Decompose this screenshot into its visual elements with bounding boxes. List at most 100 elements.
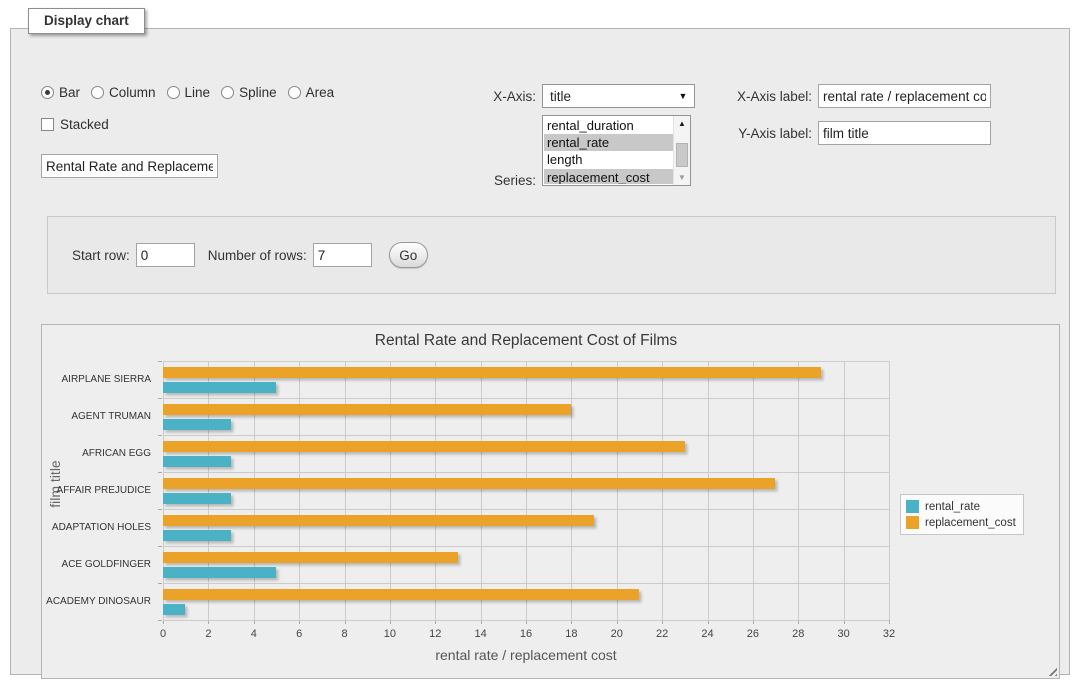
- y-axis-labels: AIRPLANE SIERRAAGENT TRUMANAFRICAN EGGAF…: [46, 361, 157, 620]
- category-label-airplane-sierra: AIRPLANE SIERRA: [46, 361, 157, 398]
- bar-rental-rate[interactable]: [163, 493, 231, 504]
- x-tick-label: 30: [838, 628, 850, 640]
- bar-rental-rate[interactable]: [163, 567, 276, 578]
- y-axis-label-input[interactable]: [818, 121, 991, 145]
- bar-rental-rate[interactable]: [163, 382, 276, 393]
- bar-rental-rate[interactable]: [163, 604, 185, 615]
- radio-bar-icon[interactable]: [41, 86, 54, 99]
- bar-replacement-cost[interactable]: [163, 552, 458, 563]
- x-tick-label: 6: [296, 628, 302, 640]
- series-listbox-label: Series:: [441, 173, 536, 188]
- series-option-replacement-cost[interactable]: replacement_cost: [544, 169, 673, 184]
- legend-swatch-replacement-cost: [906, 516, 919, 529]
- radio-label-line: Line: [185, 85, 211, 100]
- y-tick-mark: [158, 472, 162, 473]
- radio-column-icon[interactable]: [91, 86, 104, 99]
- x-tick-label: 32: [883, 628, 895, 640]
- scroll-down-icon[interactable]: ▼: [674, 170, 690, 185]
- radio-spline-icon[interactable]: [221, 86, 234, 99]
- start-row-label: Start row:: [72, 248, 130, 263]
- chart-type-option-line[interactable]: Line: [167, 85, 211, 100]
- chevron-down-icon[interactable]: ▼: [672, 91, 694, 101]
- x-tick-label: 28: [792, 628, 804, 640]
- x-axis-label-input[interactable]: [818, 84, 991, 108]
- bar-rental-rate[interactable]: [163, 456, 231, 467]
- stacked-option[interactable]: Stacked: [41, 117, 109, 132]
- series-option-rental-duration[interactable]: rental_duration: [544, 117, 673, 134]
- radio-line-icon[interactable]: [167, 86, 180, 99]
- x-axis-select-label: X-Axis:: [441, 89, 536, 104]
- stacked-checkbox[interactable]: [41, 118, 54, 131]
- category-label-adaptation-holes: ADAPTATION HOLES: [46, 509, 157, 546]
- x-tick-label: 4: [251, 628, 257, 640]
- page: Display chart Bar Column Line Spline Area St…: [0, 0, 1081, 681]
- chart-type-option-column[interactable]: Column: [91, 85, 156, 100]
- x-tick-label: 2: [205, 628, 211, 640]
- bar-rental-rate[interactable]: [163, 530, 231, 541]
- chart-widget: Rental Rate and Replacement Cost of Film…: [41, 324, 1060, 679]
- category-band-airplane-sierra: [163, 361, 889, 398]
- y-tick-mark: [158, 620, 162, 621]
- x-tick-label: 12: [429, 628, 441, 640]
- bar-rental-rate[interactable]: [163, 419, 231, 430]
- x-tick-label: 10: [384, 628, 396, 640]
- category-label-academy-dinosaur: ACADEMY DINOSAUR: [46, 583, 157, 620]
- chart-title-input[interactable]: [41, 154, 218, 178]
- bar-replacement-cost[interactable]: [163, 589, 639, 600]
- y-tick-mark: [158, 583, 162, 584]
- category-band-adaptation-holes: [163, 509, 889, 546]
- bar-replacement-cost[interactable]: [163, 441, 685, 452]
- fieldset-legend: Display chart: [28, 8, 145, 34]
- start-row-input[interactable]: [136, 243, 195, 267]
- gridline-vertical: [889, 361, 890, 620]
- category-band-affair-prejudice: [163, 472, 889, 509]
- display-chart-fieldset: BarColumnLineSplineArea Stacked X-Axis: …: [10, 28, 1070, 675]
- chart-type-group: Bar Column Line Spline Area: [41, 85, 334, 100]
- y-tick-mark: [158, 361, 162, 362]
- category-band-academy-dinosaur: [163, 583, 889, 620]
- series-listbox-options: rental_durationrental_ratelengthreplacem…: [544, 117, 673, 184]
- x-tick-label: 18: [565, 628, 577, 640]
- radio-label-column: Column: [109, 85, 156, 100]
- stacked-label: Stacked: [60, 117, 109, 132]
- bar-replacement-cost[interactable]: [163, 367, 821, 378]
- series-listbox[interactable]: rental_durationrental_ratelengthreplacem…: [542, 115, 691, 186]
- gridline-horizontal: [163, 620, 889, 621]
- category-band-african-egg: [163, 435, 889, 472]
- bar-replacement-cost[interactable]: [163, 515, 594, 526]
- category-band-ace-goldfinger: [163, 546, 889, 583]
- chart-type-option-bar[interactable]: Bar: [41, 85, 80, 100]
- listbox-scrollbar[interactable]: ▲ ▼: [673, 116, 690, 185]
- chart-type-option-spline[interactable]: Spline: [221, 85, 277, 100]
- legend-swatch-rental-rate: [906, 500, 919, 513]
- legend-label-rental-rate: rental_rate: [925, 501, 980, 513]
- series-option-rental-rate[interactable]: rental_rate: [544, 134, 673, 151]
- radio-area-icon[interactable]: [288, 86, 301, 99]
- radio-label-area: Area: [306, 85, 335, 100]
- x-axis-select[interactable]: title ▼: [542, 84, 695, 108]
- number-of-rows-label: Number of rows:: [208, 248, 307, 263]
- category-band-agent-truman: [163, 398, 889, 435]
- legend-label-replacement-cost: replacement_cost: [925, 517, 1016, 529]
- category-label-agent-truman: AGENT TRUMAN: [46, 398, 157, 435]
- y-tick-mark: [158, 398, 162, 399]
- scrollbar-thumb[interactable]: [676, 143, 688, 167]
- plot-area: 02468101214161820222426283032: [163, 361, 889, 620]
- bar-replacement-cost[interactable]: [163, 404, 571, 415]
- category-label-african-egg: AFRICAN EGG: [46, 435, 157, 472]
- bar-replacement-cost[interactable]: [163, 478, 775, 489]
- scroll-up-icon[interactable]: ▲: [674, 116, 690, 131]
- y-tick-mark: [158, 546, 162, 547]
- chart-type-option-area[interactable]: Area: [288, 85, 335, 100]
- resize-grip-icon[interactable]: [1046, 665, 1057, 676]
- number-of-rows-input[interactable]: [313, 243, 372, 267]
- legend-item-rental-rate: rental_rate: [906, 500, 1016, 513]
- go-button[interactable]: Go: [389, 242, 428, 268]
- x-axis-title: rental rate / replacement cost: [163, 647, 889, 663]
- series-option-length[interactable]: length: [544, 151, 673, 168]
- radio-label-bar: Bar: [59, 85, 80, 100]
- x-tick-label: 14: [475, 628, 487, 640]
- y-axis-label-label: Y-Axis label:: [717, 126, 812, 141]
- y-tick-mark: [158, 509, 162, 510]
- radio-label-spline: Spline: [239, 85, 277, 100]
